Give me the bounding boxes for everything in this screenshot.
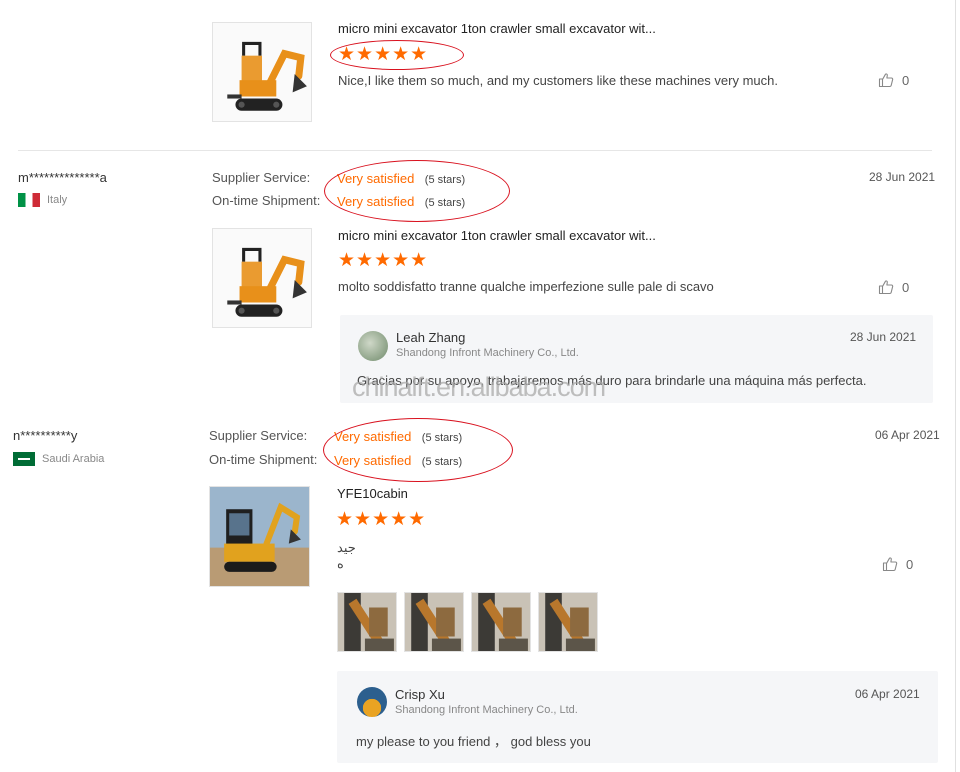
product-title[interactable]: micro mini excavator 1ton crawler small … bbox=[338, 228, 656, 243]
product-title[interactable]: YFE10cabin bbox=[337, 486, 408, 501]
rating-stars: ★★★★★ bbox=[338, 250, 429, 271]
watermark: chinalft.en.alibaba.com bbox=[352, 372, 606, 402]
like-button[interactable]: 0 bbox=[878, 72, 909, 88]
product-title[interactable]: micro mini excavator 1ton crawler small … bbox=[338, 21, 656, 36]
reviewer-country: Italy bbox=[18, 193, 67, 207]
like-count: 0 bbox=[902, 279, 910, 295]
like-count: 0 bbox=[902, 72, 910, 88]
ontime-shipment-stars: (5 stars) bbox=[421, 456, 463, 468]
product-thumbnail[interactable] bbox=[212, 22, 312, 122]
supplier-service-rating: Very satisfied (5 stars) bbox=[337, 170, 465, 188]
excavator-image bbox=[213, 229, 311, 327]
photo-image bbox=[338, 593, 396, 651]
rating-stars: ★★★★★ bbox=[336, 509, 427, 530]
saudi-arabia-flag-icon bbox=[13, 452, 35, 466]
supplier-service-stars: (5 stars) bbox=[424, 174, 466, 186]
reply-author: Crisp Xu bbox=[395, 687, 445, 702]
review-text-line1: جيد bbox=[337, 540, 356, 555]
ontime-shipment-label: On-time Shipment: bbox=[212, 193, 321, 208]
reply-text: my please to you friend ， god bless you bbox=[356, 734, 591, 749]
supplier-service-label: Supplier Service: bbox=[212, 170, 311, 185]
reply-company: Shandong Infront Machinery Co., Ltd. bbox=[395, 704, 578, 716]
ontime-shipment-value: Very satisfied bbox=[337, 194, 415, 209]
product-thumbnail[interactable] bbox=[209, 486, 310, 587]
supplier-service-label: Supplier Service: bbox=[209, 428, 308, 443]
country-name: Italy bbox=[47, 194, 68, 206]
like-button[interactable]: 0 bbox=[882, 556, 913, 572]
italy-flag-icon bbox=[18, 193, 40, 207]
reply-company: Shandong Infront Machinery Co., Ltd. bbox=[396, 347, 579, 359]
thumbs-up-icon bbox=[882, 556, 898, 572]
photo-image bbox=[539, 593, 597, 651]
review-divider bbox=[18, 150, 932, 151]
reply-date: 28 Jun 2021 bbox=[850, 330, 917, 344]
supplier-service-value: Very satisfied bbox=[337, 171, 415, 186]
review-photo[interactable] bbox=[538, 592, 598, 652]
excavator-image bbox=[213, 23, 311, 121]
ontime-shipment-rating: Very satisfied (5 stars) bbox=[334, 452, 462, 470]
review-date: 06 Apr 2021 bbox=[875, 428, 940, 442]
supplier-reply: Crisp Xu Shandong Infront Machinery Co.,… bbox=[337, 671, 938, 763]
reply-date: 06 Apr 2021 bbox=[855, 687, 920, 701]
review-photo[interactable] bbox=[337, 592, 397, 652]
photo-image bbox=[405, 593, 463, 651]
ontime-shipment-stars: (5 stars) bbox=[424, 197, 466, 209]
product-thumbnail[interactable] bbox=[212, 228, 312, 328]
ontime-shipment-label: On-time Shipment: bbox=[209, 452, 318, 467]
reviewer-name: n**********y bbox=[13, 428, 78, 443]
supplier-service-value: Very satisfied bbox=[334, 429, 412, 444]
thumbs-up-icon bbox=[878, 279, 894, 295]
photo-image bbox=[472, 593, 530, 651]
avatar bbox=[357, 687, 387, 717]
reviewer-name: m**************a bbox=[18, 170, 107, 185]
review-text-line2: ه bbox=[337, 556, 344, 571]
like-count: 0 bbox=[906, 556, 914, 572]
cabin-excavator-image bbox=[210, 487, 309, 586]
review-photo[interactable] bbox=[404, 592, 464, 652]
like-button[interactable]: 0 bbox=[878, 279, 909, 295]
ontime-shipment-value: Very satisfied bbox=[334, 453, 412, 468]
supplier-service-rating: Very satisfied (5 stars) bbox=[334, 428, 462, 446]
review-text: molto soddisfatto tranne qualche imperfe… bbox=[338, 279, 714, 294]
ontime-shipment-rating: Very satisfied (5 stars) bbox=[337, 193, 465, 211]
thumbs-up-icon bbox=[878, 72, 894, 88]
reply-author: Leah Zhang bbox=[396, 330, 466, 345]
review-date: 28 Jun 2021 bbox=[869, 170, 936, 184]
rating-stars: ★★★★★ bbox=[338, 44, 429, 65]
supplier-service-stars: (5 stars) bbox=[421, 432, 463, 444]
review-photo[interactable] bbox=[471, 592, 531, 652]
avatar bbox=[358, 331, 388, 361]
country-name: Saudi Arabia bbox=[42, 453, 105, 465]
page-border bbox=[955, 0, 956, 772]
review-text: Nice,I like them so much, and my custome… bbox=[338, 73, 778, 88]
reviewer-country: Saudi Arabia bbox=[13, 452, 104, 466]
